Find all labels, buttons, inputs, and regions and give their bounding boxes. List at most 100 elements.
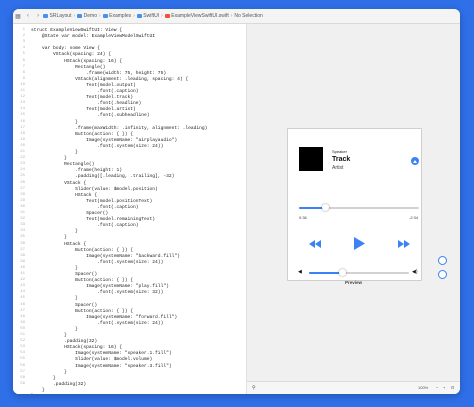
line-number: 6 xyxy=(22,58,25,63)
code-line[interactable]: Image(systemName: "airplayaudio") xyxy=(31,138,177,144)
back-button[interactable]: ‹ xyxy=(23,13,33,19)
code-line[interactable]: VStack(alignment: .leading, spacing: 4) … xyxy=(31,77,188,83)
chevron-right-icon: › xyxy=(133,13,135,19)
code-line[interactable]: VStack(spacing: 24) { xyxy=(31,52,111,58)
code-line[interactable]: .font(.caption) xyxy=(31,205,138,211)
line-number: 25 xyxy=(20,174,25,179)
code-line[interactable]: HStack { xyxy=(31,193,97,199)
code-line[interactable]: } xyxy=(31,235,67,241)
volume-slider-thumb[interactable] xyxy=(338,269,346,276)
code-line[interactable]: Text(model.output) xyxy=(31,83,136,89)
speaker-1-fill-icon: ◀ xyxy=(298,269,302,275)
project-icon xyxy=(43,14,48,18)
code-line[interactable]: Image(systemName: "forward.fill") xyxy=(31,315,177,321)
code-line[interactable]: Slider(value: $model.volume) xyxy=(31,357,152,363)
line-number: 20 xyxy=(20,143,25,148)
grid-icon[interactable]: ▦ xyxy=(13,13,23,20)
breadcrumb-folder-examples[interactable]: Examples xyxy=(102,13,131,19)
line-number: 57 xyxy=(20,369,25,374)
zoom-in-button[interactable]: + xyxy=(443,385,445,390)
code-line[interactable]: Text(model.positionText) xyxy=(31,199,152,205)
line-number: 49 xyxy=(20,320,25,325)
code-line[interactable]: HStack(spacing: 16) { xyxy=(31,59,122,65)
volume-slider-fill xyxy=(309,272,342,274)
swift-file-icon xyxy=(164,14,170,18)
line-number: 52 xyxy=(20,339,25,344)
line-number-gutter: 1 2 3 4 5 6 7 8 9 10 11 12 13 14 15 16 17 18 19 20 21 22 23 24 2… xyxy=(13,24,29,394)
line-number: 12 xyxy=(20,95,25,100)
code-line[interactable]: .font(.subheadline) xyxy=(31,113,149,119)
pin-icon[interactable]: ⚲ xyxy=(252,385,256,391)
breadcrumb-folder-demo[interactable]: Demo xyxy=(77,13,97,19)
line-number: 48 xyxy=(20,314,25,319)
forward-button[interactable]: › xyxy=(33,13,43,19)
position-slider-thumb[interactable] xyxy=(321,204,329,211)
zoom-out-button[interactable]: − xyxy=(436,385,438,390)
airplay-audio-icon[interactable] xyxy=(411,157,419,165)
code-line[interactable]: } xyxy=(31,120,78,126)
backward-fill-icon[interactable] xyxy=(309,240,321,248)
line-number: 4 xyxy=(22,46,25,51)
line-number: 39 xyxy=(20,259,25,264)
code-line[interactable]: Button(action: { }) { xyxy=(31,132,133,138)
code-line[interactable]: Image(systemName: "speaker.3.fill") xyxy=(31,364,172,370)
code-line[interactable]: } xyxy=(31,370,67,376)
line-number: 10 xyxy=(20,82,25,87)
code-line[interactable]: } xyxy=(31,388,45,394)
line-number: 1 xyxy=(22,28,25,32)
line-number: 29 xyxy=(20,198,25,203)
code-line[interactable]: Image(systemName: "backward.fill") xyxy=(31,254,180,260)
line-number: 17 xyxy=(20,125,25,130)
code-editor[interactable]: 1 2 3 4 5 6 7 8 9 10 11 12 13 14 15 16 17 18 19 20 21 22 23 24 2… xyxy=(13,24,246,394)
breadcrumb-selection[interactable]: No Selection xyxy=(234,13,262,19)
breadcrumb-folder-swiftui[interactable]: SwiftUI xyxy=(136,13,159,19)
code-line[interactable]: .padding(32) xyxy=(31,382,86,388)
line-number: 40 xyxy=(20,265,25,270)
zoom-level[interactable]: 100% xyxy=(418,385,428,390)
code-line[interactable]: .frame(maxWidth: .infinity, alignment: .… xyxy=(31,126,207,132)
code-line[interactable]: .frame(width: 75, height: 75) xyxy=(31,71,166,77)
line-number: 43 xyxy=(20,284,25,289)
line-number: 24 xyxy=(20,168,25,173)
chevron-right-icon: › xyxy=(161,13,163,19)
forward-fill-icon[interactable] xyxy=(398,240,410,248)
line-number: 26 xyxy=(20,180,25,185)
line-number: 35 xyxy=(20,235,25,240)
code-line[interactable]: .padding([.leading, .trailing], -32) xyxy=(31,174,174,180)
code-line[interactable]: Button(action: { }) { xyxy=(31,248,133,254)
preview-device-settings-button[interactable] xyxy=(438,270,447,279)
code-line[interactable]: Spacer() xyxy=(31,303,97,309)
play-fill-icon[interactable] xyxy=(354,237,365,250)
code-line[interactable]: .font(.system(size: 24)) xyxy=(31,321,163,327)
line-number: 7 xyxy=(22,64,25,69)
code-line[interactable]: .font(.system(size: 24)) xyxy=(31,144,163,150)
line-number: 44 xyxy=(20,290,25,295)
line-number: 59 xyxy=(20,381,25,386)
volume-slider[interactable] xyxy=(309,269,409,276)
line-number: 33 xyxy=(20,223,25,228)
code-line[interactable]: Button(action: { }) { xyxy=(31,309,133,315)
line-number: 28 xyxy=(20,192,25,197)
line-number: 45 xyxy=(20,296,25,301)
preview-live-button[interactable] xyxy=(438,256,447,265)
code-line[interactable]: } xyxy=(31,327,78,333)
code-line[interactable]: HStack { xyxy=(31,242,86,248)
code-line[interactable]: .font(.system(size: 24)) xyxy=(31,260,163,266)
code-line[interactable]: Slider(value: $model.position) xyxy=(31,187,158,193)
code-line[interactable]: VStack { xyxy=(31,181,86,187)
breadcrumb-project[interactable]: SRLayout xyxy=(43,13,71,19)
line-number: 22 xyxy=(20,156,25,161)
code-line[interactable]: @State var model: ExampleViewModelSwiftU… xyxy=(31,34,155,40)
code-line[interactable]: } xyxy=(31,376,56,382)
position-slider[interactable] xyxy=(299,204,419,211)
code-line[interactable]: } xyxy=(31,296,78,302)
preview-canvas: Speaker Track Artist 0:36 -2:34 ◀ ◀) Pre… xyxy=(247,24,460,381)
zoom-fit-icon[interactable]: ⊡ xyxy=(451,385,454,390)
folder-icon xyxy=(102,14,108,18)
line-number: 5 xyxy=(22,52,25,57)
line-number: 53 xyxy=(20,345,25,350)
breadcrumb-file[interactable]: ExampleViewSwiftUI.swift xyxy=(164,13,229,19)
code-line[interactable]: } xyxy=(31,266,78,272)
chevron-right-icon: › xyxy=(230,13,233,19)
code-line[interactable]: Rectangle() xyxy=(31,65,105,71)
